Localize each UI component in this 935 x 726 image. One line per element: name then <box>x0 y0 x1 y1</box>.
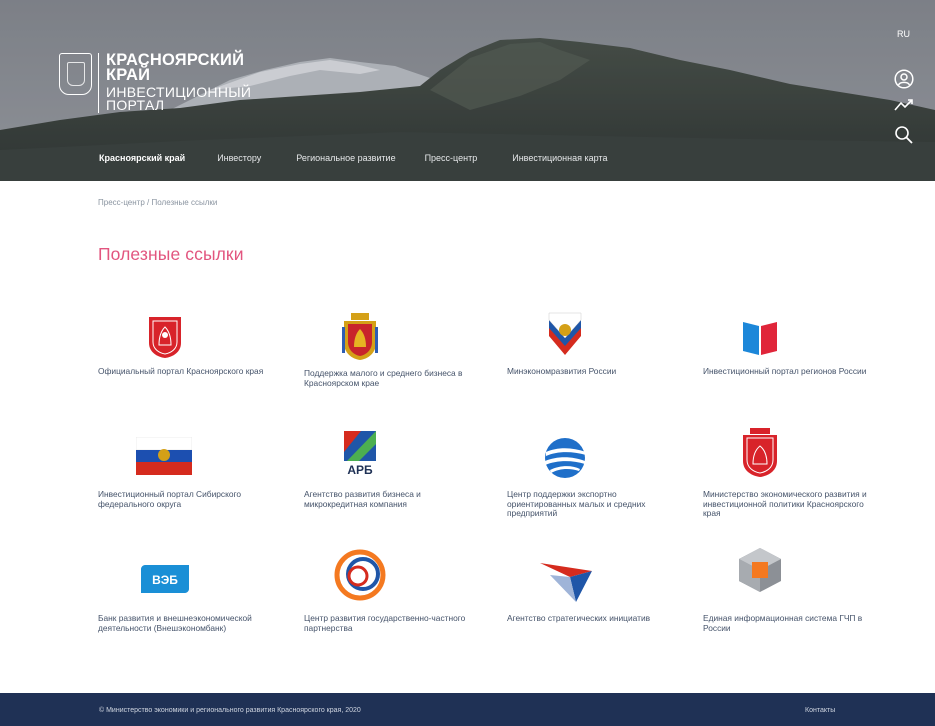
trend-icon[interactable] <box>894 98 914 112</box>
link-label[interactable]: Центр поддержки экспортно ориентированны… <box>507 489 682 519</box>
breadcrumb-current: Полезные ссылки <box>151 198 218 207</box>
krasnoyarsk-coat-of-arms-icon <box>149 317 181 358</box>
footer-contacts-link[interactable]: Контакты <box>805 707 835 714</box>
link-label[interactable]: Инвестиционный портал регионов России <box>703 366 878 377</box>
link-label[interactable]: Поддержка малого и среднего бизнеса в Кр… <box>304 368 479 388</box>
link-label[interactable]: Официальный портал Красноярского края <box>98 366 273 377</box>
ppp-center-rings-icon <box>334 549 386 601</box>
page-title: Полезные ссылки <box>98 244 244 264</box>
portal-logo[interactable]: КРАСНОЯРСКИЙ КРАЙ ИНВЕСТИЦИОННЫЙ ПОРТАЛ <box>59 52 251 113</box>
veb-logo-icon: ВЭБ <box>141 565 189 593</box>
nav-item-krasnoyarsk-krai[interactable]: Красноярский край <box>99 153 185 163</box>
language-switch[interactable]: RU <box>897 29 910 39</box>
nav-item-investor[interactable]: Инвестору <box>217 153 261 163</box>
link-label[interactable]: Агентство развития бизнеса и микрокредит… <box>304 489 479 509</box>
hero-header: КРАСНОЯРСКИЙ КРАЙ ИНВЕСТИЦИОННЫЙ ПОРТАЛ … <box>0 0 935 181</box>
invest-regions-book-icon <box>743 322 777 355</box>
link-label[interactable]: Инвестиционный портал Сибирского федерал… <box>98 489 273 509</box>
krasnoyarsk-krai-emblem-icon <box>342 313 378 360</box>
breadcrumb-separator: / <box>147 198 150 207</box>
link-label[interactable]: Агентство стратегических инициатив <box>507 613 682 624</box>
gchp-system-cube-icon <box>739 548 781 592</box>
logo-divider <box>98 53 99 113</box>
logo-line-2: КРАЙ <box>106 66 151 84</box>
ministry-coat-of-arms-icon <box>743 428 777 477</box>
link-label[interactable]: Минэкономразвития России <box>507 366 682 377</box>
link-label[interactable]: Банк развития и внешнеэкономической деят… <box>98 613 273 633</box>
link-label[interactable]: Единая информационная система ГЧП в Росс… <box>703 613 878 633</box>
breadcrumb-link-press-center[interactable]: Пресс-центр <box>98 198 145 207</box>
nav-item-regional-development[interactable]: Региональное развитие <box>296 153 395 163</box>
asi-arrow-icon <box>540 563 592 602</box>
link-label[interactable]: Министерство экономического развития и и… <box>703 489 878 519</box>
user-icon[interactable] <box>894 69 914 89</box>
russian-flag-icon <box>136 437 192 475</box>
breadcrumb: Пресс-центр / Полезные ссылки <box>98 198 217 207</box>
search-icon[interactable] <box>894 125 914 145</box>
main-nav: Красноярский край Инвестору Региональное… <box>99 153 607 163</box>
svg-text:АРБ: АРБ <box>347 463 373 476</box>
coat-of-arms-icon <box>59 53 92 95</box>
logo-text: КРАСНОЯРСКИЙ КРАЙ ИНВЕСТИЦИОННЫЙ ПОРТАЛ <box>106 52 251 113</box>
nav-item-investment-map[interactable]: Инвестиционная карта <box>512 153 607 163</box>
ministry-flag-logo-icon <box>548 312 582 355</box>
export-center-globe-icon <box>545 438 586 478</box>
logo-line-4: ПОРТАЛ <box>106 97 165 113</box>
link-label[interactable]: Центр развития государственно-частного п… <box>304 613 479 633</box>
arb-logo-icon: АРБ <box>344 431 376 476</box>
footer-copyright: © Министерство экономики и регионального… <box>99 707 361 714</box>
svg-text:ВЭБ: ВЭБ <box>152 573 178 587</box>
nav-item-press-center[interactable]: Пресс-центр <box>425 153 478 163</box>
